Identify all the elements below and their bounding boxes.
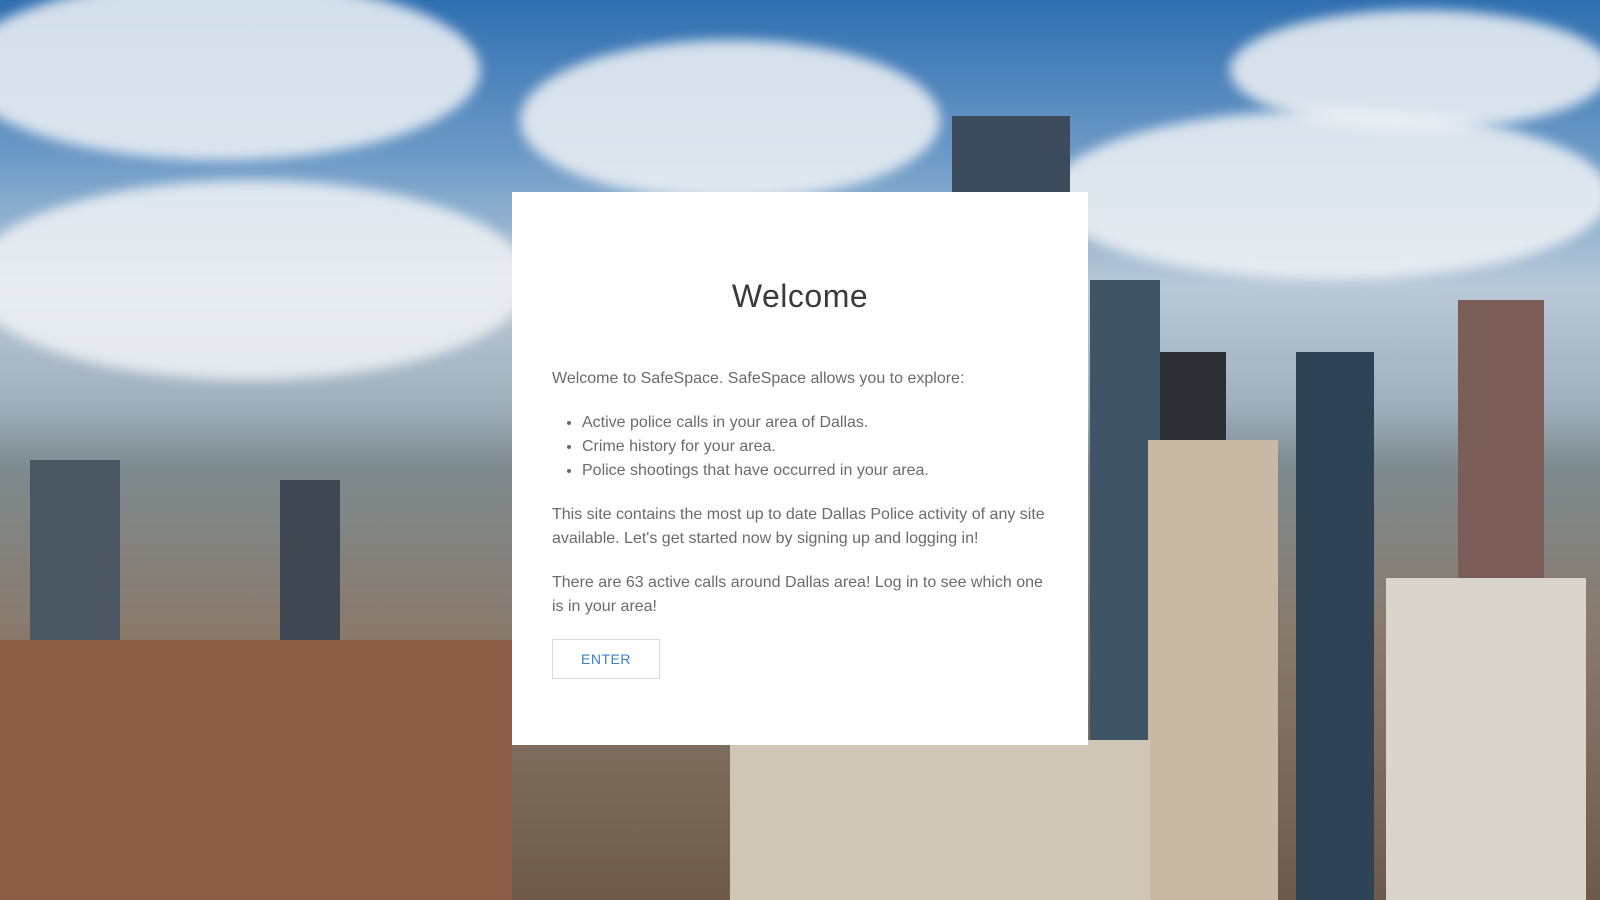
cloud — [0, 180, 530, 380]
feature-item-crime-history: Crime history for your area. — [582, 435, 1048, 459]
skyscraper — [1386, 578, 1586, 900]
activity-paragraph: This site contains the most up to date D… — [552, 506, 1045, 547]
skyscraper — [1148, 440, 1278, 900]
building — [730, 740, 1150, 900]
cloud — [0, 0, 480, 160]
welcome-modal: Welcome Welcome to SafeSpace. SafeSpace … — [512, 192, 1088, 745]
feature-list: Active police calls in your area of Dall… — [552, 411, 1048, 483]
feature-item-active-calls: Active police calls in your area of Dall… — [582, 411, 1048, 435]
enter-button[interactable]: ENTER — [552, 639, 660, 679]
feature-item-police-shootings: Police shootings that have occurred in y… — [582, 459, 1048, 483]
intro-text: Welcome to SafeSpace. SafeSpace allows y… — [552, 370, 965, 387]
cloud — [1050, 110, 1600, 280]
modal-title: Welcome — [731, 278, 869, 314]
skyscraper — [1296, 352, 1374, 900]
building — [0, 640, 512, 900]
cloud — [520, 40, 940, 200]
cloud — [1230, 10, 1600, 130]
active-calls-paragraph: There are 63 active calls around Dallas … — [552, 574, 1043, 615]
